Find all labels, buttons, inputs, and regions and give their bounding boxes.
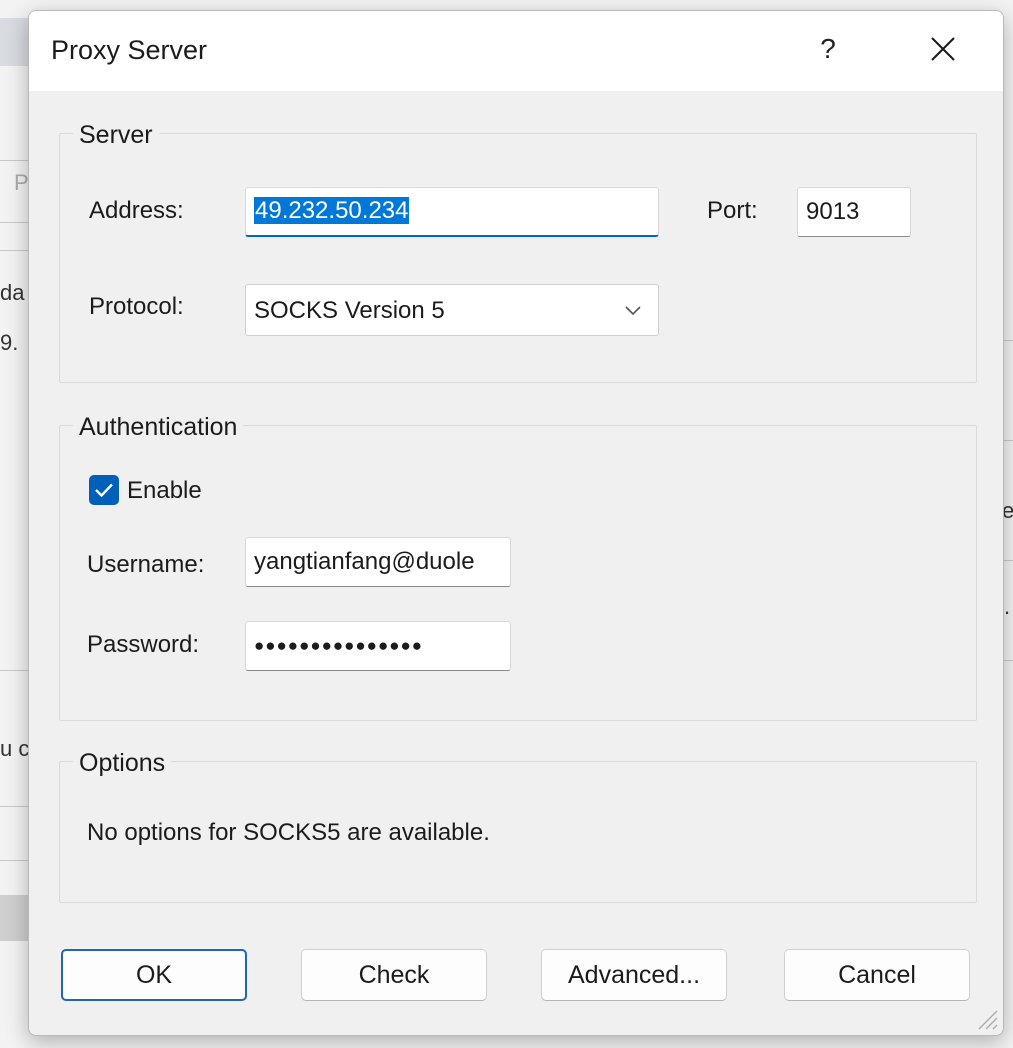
options-message: No options for SOCKS5 are available. (87, 819, 490, 846)
authentication-group-label: Authentication (73, 413, 244, 442)
options-group-label: Options (73, 749, 172, 778)
address-label: Address: (89, 197, 184, 224)
background-divider (0, 160, 30, 161)
background-titlebar (0, 18, 28, 66)
cancel-button[interactable]: Cancel (784, 949, 970, 1001)
port-input[interactable]: 9013 (797, 187, 911, 237)
username-input[interactable]: yangtianfang@duole (245, 537, 511, 587)
background-divider (0, 222, 30, 223)
dialog-title: Proxy Server (51, 35, 208, 65)
background-text-fragment: 9. (0, 330, 19, 355)
chevron-down-icon (625, 306, 641, 316)
close-icon (931, 37, 955, 61)
background-divider (0, 670, 30, 671)
port-label: Port: (707, 197, 758, 224)
address-value: 49.232.50.234 (254, 197, 410, 224)
password-label: Password: (87, 631, 200, 658)
server-group (59, 133, 977, 383)
background-divider (0, 860, 30, 861)
protocol-value: SOCKS Version 5 (254, 297, 445, 324)
port-value: 9013 (806, 198, 860, 225)
title-bar: Proxy Server ? (29, 11, 1003, 91)
background-divider (0, 250, 30, 251)
address-input[interactable]: 49.232.50.234 (245, 187, 659, 237)
background-text-fragment: . (1004, 594, 1011, 619)
check-button[interactable]: Check (301, 949, 487, 1001)
help-button[interactable]: ? (811, 29, 845, 69)
username-label: Username: (87, 551, 205, 578)
checkmark-icon (95, 483, 113, 498)
protocol-select[interactable]: SOCKS Version 5 (245, 284, 659, 336)
background-text-fragment: P (14, 170, 29, 195)
advanced-button[interactable]: Advanced... (541, 949, 727, 1001)
enable-label: Enable (127, 477, 202, 504)
server-group-label: Server (73, 121, 159, 150)
proxy-server-dialog: Proxy Server ? Server Address: 49.232.50… (28, 10, 1004, 1036)
resize-grip-icon[interactable] (973, 1005, 999, 1031)
background-text-fragment: u c (0, 736, 30, 761)
protocol-label: Protocol: (89, 293, 184, 320)
background-divider (0, 806, 30, 807)
username-value: yangtianfang@duole (254, 548, 475, 575)
background-text-fragment: da (0, 280, 25, 305)
ok-button[interactable]: OK (61, 949, 247, 1001)
password-value: ●●●●●●●●●●●●●●● (254, 636, 424, 655)
background-bar (0, 895, 30, 941)
password-input[interactable]: ●●●●●●●●●●●●●●● (245, 621, 511, 671)
enable-checkbox[interactable] (89, 475, 119, 505)
close-button[interactable] (921, 27, 965, 71)
